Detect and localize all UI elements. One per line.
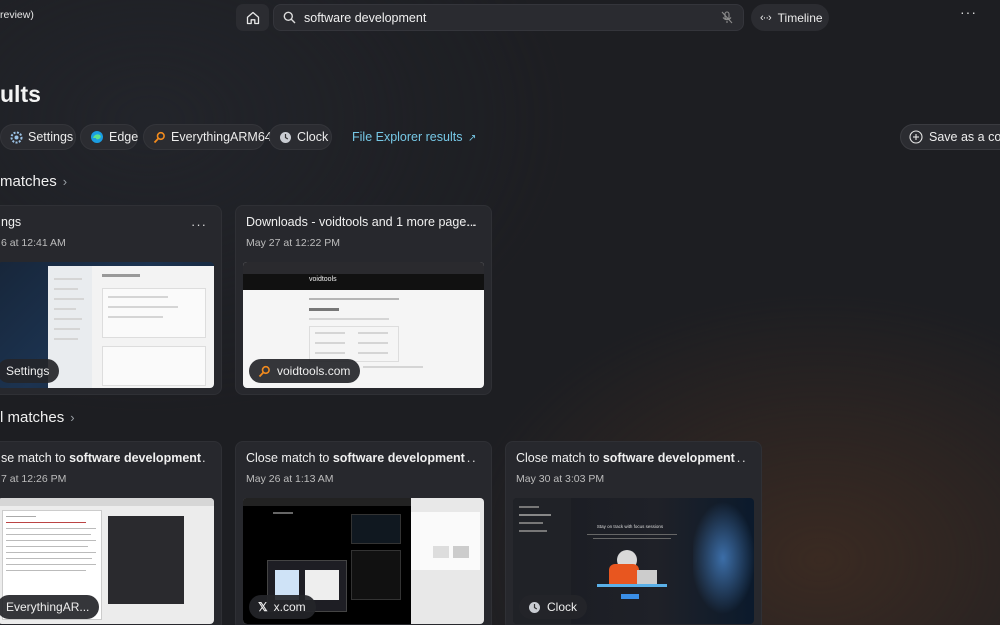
card-source-badge: 𝕏 x.com	[249, 595, 316, 619]
card-date: May 26 at 1:13 AM	[246, 473, 334, 485]
thumb-focus-text: Stay on track with focus sessions	[596, 524, 664, 529]
file-explorer-results-link[interactable]: File Explorer results ↗	[352, 130, 476, 144]
save-collection-label: Save as a colle	[929, 130, 1000, 144]
filter-chip-everything[interactable]: EverythingARM64	[143, 124, 272, 150]
card-title-prefix: Close match to	[516, 451, 603, 465]
section-title: l matches	[0, 409, 65, 426]
card-title: Close match to software development	[246, 451, 465, 465]
gear-icon	[10, 130, 23, 144]
card-source-badge: Clock	[519, 595, 588, 619]
home-button[interactable]	[236, 4, 269, 31]
filter-chip-label: Clock	[297, 130, 329, 144]
section-title: matches	[0, 173, 57, 190]
thumb-heading: voidtools	[309, 276, 337, 283]
card-source-badge: EverythingAR...	[0, 595, 100, 619]
everything-icon	[153, 130, 166, 144]
result-card-everything[interactable]: se match to software development 7 at 12…	[0, 441, 222, 625]
badge-label: EverythingAR...	[6, 600, 90, 614]
section-header-matches[interactable]: matches ›	[0, 173, 67, 190]
chevron-right-icon: ›	[70, 410, 75, 425]
badge-label: x.com	[273, 600, 306, 614]
card-source-badge: voidtools.com	[249, 359, 361, 383]
result-card-clock[interactable]: Close match to software development May …	[505, 441, 762, 625]
filter-chip-clock[interactable]: Clock	[269, 124, 332, 150]
card-more-icon[interactable]: ···	[461, 217, 477, 232]
add-circle-icon	[909, 130, 923, 144]
search-icon	[283, 11, 296, 24]
filter-chip-label: Edge	[109, 130, 139, 144]
timeline-button[interactable]: ‹··› Timeline	[751, 4, 829, 31]
clock-icon	[279, 130, 292, 144]
filter-chip-settings[interactable]: Settings	[0, 124, 76, 150]
card-date: 6 at 12:41 AM	[1, 237, 66, 249]
timeline-icon: ‹··›	[760, 11, 772, 24]
badge-label: voidtools.com	[277, 364, 351, 378]
card-more-icon[interactable]: ···	[191, 217, 207, 232]
filter-chip-label: EverythingARM64	[171, 130, 272, 144]
badge-label: Settings	[6, 364, 50, 378]
save-collection-button[interactable]: Save as a colle	[900, 124, 1000, 150]
clock-icon	[528, 601, 541, 614]
external-link-icon: ↗	[467, 133, 477, 144]
card-title: se match to software development	[1, 451, 201, 465]
badge-label: Clock	[547, 600, 578, 614]
card-title-prefix: Close match to	[246, 451, 333, 465]
search-query: software development	[304, 10, 427, 25]
card-date: 7 at 12:26 PM	[1, 473, 67, 485]
everything-icon	[258, 365, 271, 378]
mic-off-icon[interactable]	[721, 11, 733, 24]
card-title: Downloads - voidtools and 1 more page...	[246, 215, 477, 229]
card-title: Close match to software development	[516, 451, 735, 465]
filter-chip-edge[interactable]: Edge	[80, 124, 138, 150]
search-input[interactable]: software development	[273, 4, 744, 31]
card-title-query: software development	[69, 451, 202, 465]
home-icon	[246, 11, 259, 24]
card-date: May 30 at 3:03 PM	[516, 473, 605, 485]
card-title: ngs	[1, 215, 22, 229]
result-card-settings[interactable]: ngs 6 at 12:41 AM ··· Settings	[0, 205, 222, 395]
card-date: May 27 at 12:22 PM	[246, 237, 340, 249]
file-explorer-label: File Explorer results	[352, 130, 463, 144]
timeline-label: Timeline	[777, 10, 823, 25]
card-more-icon[interactable]: ···	[461, 453, 477, 468]
more-options-icon[interactable]: ···	[960, 4, 977, 20]
section-header-close-matches[interactable]: l matches ›	[0, 409, 75, 426]
chevron-right-icon: ›	[62, 174, 68, 189]
card-source-badge: Settings	[0, 359, 60, 383]
result-card-x[interactable]: Close match to software development May …	[235, 441, 492, 625]
card-more-icon[interactable]: ···	[731, 453, 747, 468]
page-title: ults	[0, 81, 41, 107]
card-title-query: software development	[332, 451, 465, 465]
filter-chip-label: Settings	[28, 130, 74, 144]
result-card-voidtools[interactable]: Downloads - voidtools and 1 more page...…	[235, 205, 492, 395]
app-title: review)	[0, 9, 34, 21]
x-logo-icon: 𝕏	[258, 600, 268, 614]
edge-icon	[90, 130, 104, 144]
card-title-prefix: se match to	[1, 451, 70, 465]
card-more-icon[interactable]: ···	[191, 453, 207, 468]
card-title-query: software development	[602, 451, 735, 465]
